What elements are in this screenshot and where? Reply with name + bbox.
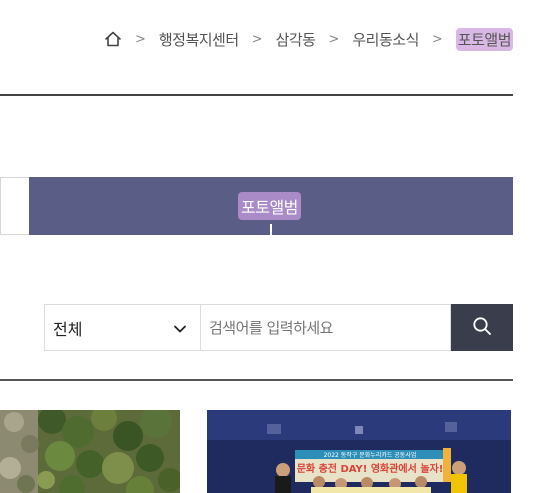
- photo-card-thumbnail[interactable]: [0, 410, 180, 493]
- tab-inactive[interactable]: [0, 177, 29, 235]
- breadcrumb-item-admin-center[interactable]: 행정복지센터: [159, 29, 239, 50]
- search-input[interactable]: [201, 304, 451, 351]
- banner-caption: 2022 동작구 문화누리카드 공동사업: [324, 451, 417, 459]
- tab-active-indicator: [270, 224, 272, 235]
- breadcrumb-separator: >: [431, 31, 443, 47]
- list-divider: [0, 379, 513, 381]
- breadcrumb-item-local-news[interactable]: 우리동소식: [352, 29, 419, 50]
- breadcrumb: > 행정복지센터 > 삼각동 > 우리동소식 > 포토앨범: [104, 27, 513, 51]
- search-bar: 전체: [44, 304, 513, 351]
- search-category-select[interactable]: 전체: [44, 304, 201, 351]
- title-divider: [0, 94, 513, 96]
- breadcrumb-current-page: 포토앨범: [455, 27, 513, 51]
- breadcrumb-separator: >: [328, 31, 340, 47]
- tab-photo-album-label: 포토앨범: [238, 192, 301, 220]
- breadcrumb-separator: >: [251, 31, 263, 47]
- home-icon[interactable]: [104, 30, 122, 48]
- search-category-value: 전체: [53, 319, 83, 339]
- chevron-down-icon: [173, 321, 187, 335]
- banner-title: 문화 충전 DAY! 영화관에서 놀자!: [297, 462, 444, 475]
- breadcrumb-separator: >: [134, 31, 146, 47]
- search-icon: [472, 316, 492, 339]
- breadcrumb-item-samgak-dong[interactable]: 삼각동: [276, 29, 316, 50]
- photo-card-thumbnail[interactable]: 2022 동작구 문화누리카드 공동사업 문화 충전 DAY! 영화관에서 놀자…: [207, 410, 511, 493]
- search-button[interactable]: [451, 304, 513, 351]
